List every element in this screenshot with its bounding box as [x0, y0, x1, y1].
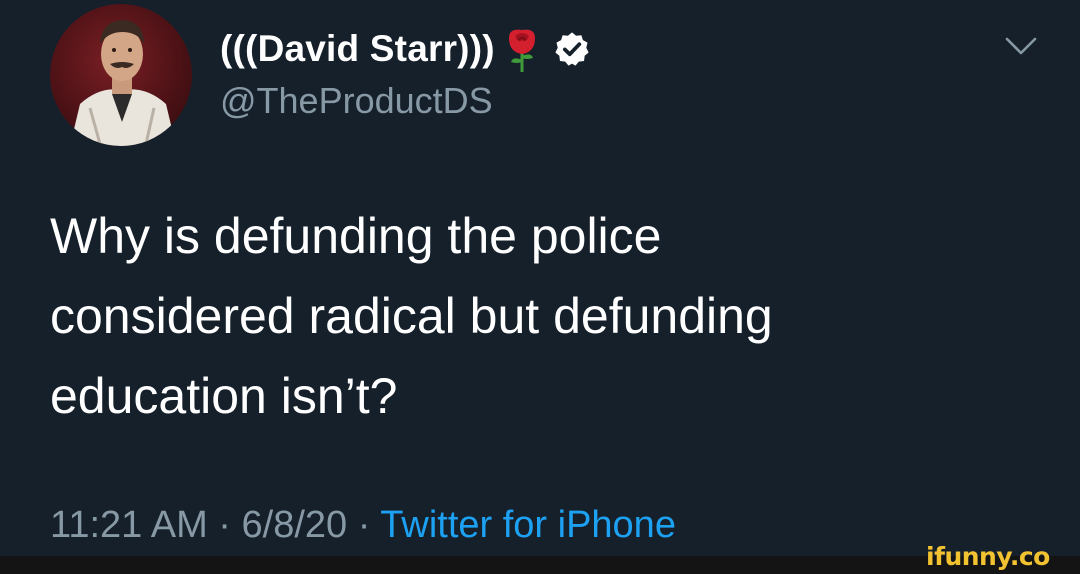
tweet-text-line: education isn’t? [50, 368, 398, 424]
author-name-row[interactable]: (((David Starr))) [220, 26, 591, 72]
user-handle[interactable]: @TheProductDS [220, 80, 493, 122]
tweet-date[interactable]: 6/8/20 [242, 504, 348, 546]
tweet-card: (((David Starr))) @TheProductDS Why is d… [0, 0, 1080, 556]
chevron-down-icon[interactable] [1003, 34, 1039, 58]
avatar[interactable] [50, 4, 192, 146]
separator-dot: · [357, 504, 371, 546]
ifunny-watermark: ifunny.co [926, 542, 1050, 571]
tweet-text-line: considered radical but defunding [50, 288, 773, 344]
tweet-metadata: 11:21 AM · 6/8/20 · Twitter for iPhone [50, 504, 676, 547]
rose-icon [508, 29, 535, 72]
tweet-time[interactable]: 11:21 AM [50, 504, 208, 546]
display-name[interactable]: (((David Starr))) [220, 28, 495, 70]
tweet-text-line: Why is defunding the police [50, 208, 662, 264]
tweet-text: Why is defunding the police considered r… [50, 196, 1010, 436]
bottom-strip [0, 556, 1080, 574]
verified-badge-icon [555, 32, 589, 66]
separator-dot: · [218, 504, 231, 546]
avatar-photo-icon [70, 20, 176, 146]
tweet-source-link[interactable]: Twitter for iPhone [380, 504, 676, 546]
